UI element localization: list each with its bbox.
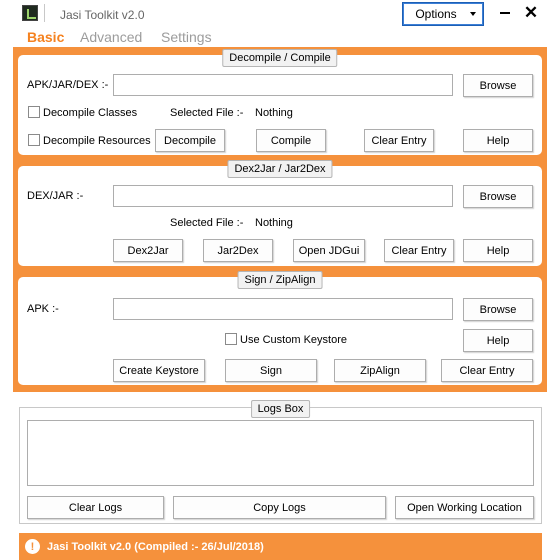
tab-settings[interactable]: Settings (161, 29, 212, 45)
panel-title: Logs Box (250, 400, 311, 418)
decompile-classes-label: Decompile Classes (43, 107, 138, 119)
create-keystore-button[interactable]: Create Keystore (113, 359, 205, 382)
app-logo-icon (22, 5, 38, 21)
decompile-button[interactable]: Decompile (155, 129, 225, 152)
dex-jar-label: DEX/JAR :- (27, 190, 84, 202)
title-separator (44, 4, 45, 22)
dex2jar-button[interactable]: Dex2Jar (113, 239, 183, 262)
help-button[interactable]: Help (463, 329, 533, 352)
dex2jar-panel: Dex2Jar / Jar2Dex DEX/JAR :- Browse Sele… (18, 160, 542, 266)
logs-textarea[interactable] (27, 420, 534, 486)
tab-advanced[interactable]: Advanced (80, 29, 142, 45)
basic-tab-content: Decompile / Compile APK/JAR/DEX :- Brows… (13, 47, 547, 392)
help-button[interactable]: Help (463, 129, 533, 152)
decompile-compile-panel: Decompile / Compile APK/JAR/DEX :- Brows… (18, 49, 542, 155)
tab-basic[interactable]: Basic (27, 29, 64, 45)
panel-title: Sign / ZipAlign (237, 271, 323, 289)
selected-file-label: Selected File :- (170, 217, 244, 229)
clear-entry-button[interactable]: Clear Entry (384, 239, 454, 262)
decompile-resources-label: Decompile Resources (43, 135, 151, 147)
copy-logs-button[interactable]: Copy Logs (173, 496, 386, 519)
clear-entry-button[interactable]: Clear Entry (441, 359, 533, 382)
help-button[interactable]: Help (463, 239, 533, 262)
open-jdgui-button[interactable]: Open JDGui (293, 239, 365, 262)
apk-input[interactable] (113, 298, 453, 320)
selected-file-value: Nothing (255, 217, 293, 229)
browse-button[interactable]: Browse (463, 74, 533, 97)
caret-down-icon (470, 12, 476, 16)
use-custom-keystore-label: Use Custom Keystore (240, 334, 347, 346)
minimize-icon[interactable] (500, 12, 510, 14)
dex-jar-input[interactable] (113, 185, 453, 207)
zipalign-button[interactable]: ZipAlign (334, 359, 426, 382)
apk-jar-dex-label: APK/JAR/DEX :- (27, 79, 109, 91)
browse-button[interactable]: Browse (463, 298, 533, 321)
window-title: Jasi Toolkit v2.0 (60, 8, 145, 22)
logs-box-panel: Logs Box Clear Logs Copy Logs Open Worki… (19, 400, 542, 524)
options-label: Options (415, 7, 457, 21)
status-text: Jasi Toolkit v2.0 (Compiled :- 26/Jul/20… (47, 540, 264, 553)
jar2dex-button[interactable]: Jar2Dex (203, 239, 273, 262)
apk-jar-dex-input[interactable] (113, 74, 453, 96)
panel-title: Dex2Jar / Jar2Dex (227, 160, 333, 178)
sign-zipalign-panel: Sign / ZipAlign APK :- Browse Use Custom… (18, 271, 542, 385)
browse-button[interactable]: Browse (463, 185, 533, 208)
compile-button[interactable]: Compile (256, 129, 326, 152)
options-dropdown[interactable]: Options (402, 2, 484, 26)
sign-button[interactable]: Sign (225, 359, 317, 382)
info-icon: ! (25, 539, 40, 554)
apk-label: APK :- (27, 303, 59, 315)
clear-logs-button[interactable]: Clear Logs (27, 496, 164, 519)
decompile-resources-checkbox[interactable] (28, 134, 40, 146)
selected-file-value: Nothing (255, 107, 293, 119)
clear-entry-button[interactable]: Clear Entry (364, 129, 434, 152)
panel-title: Decompile / Compile (222, 49, 338, 67)
selected-file-label: Selected File :- (170, 107, 244, 119)
decompile-classes-checkbox[interactable] (28, 106, 40, 118)
use-custom-keystore-checkbox[interactable] (225, 333, 237, 345)
close-icon[interactable]: ✕ (522, 3, 540, 23)
status-bar: ! Jasi Toolkit v2.0 (Compiled :- 26/Jul/… (19, 533, 542, 560)
open-working-location-button[interactable]: Open Working Location (395, 496, 534, 519)
